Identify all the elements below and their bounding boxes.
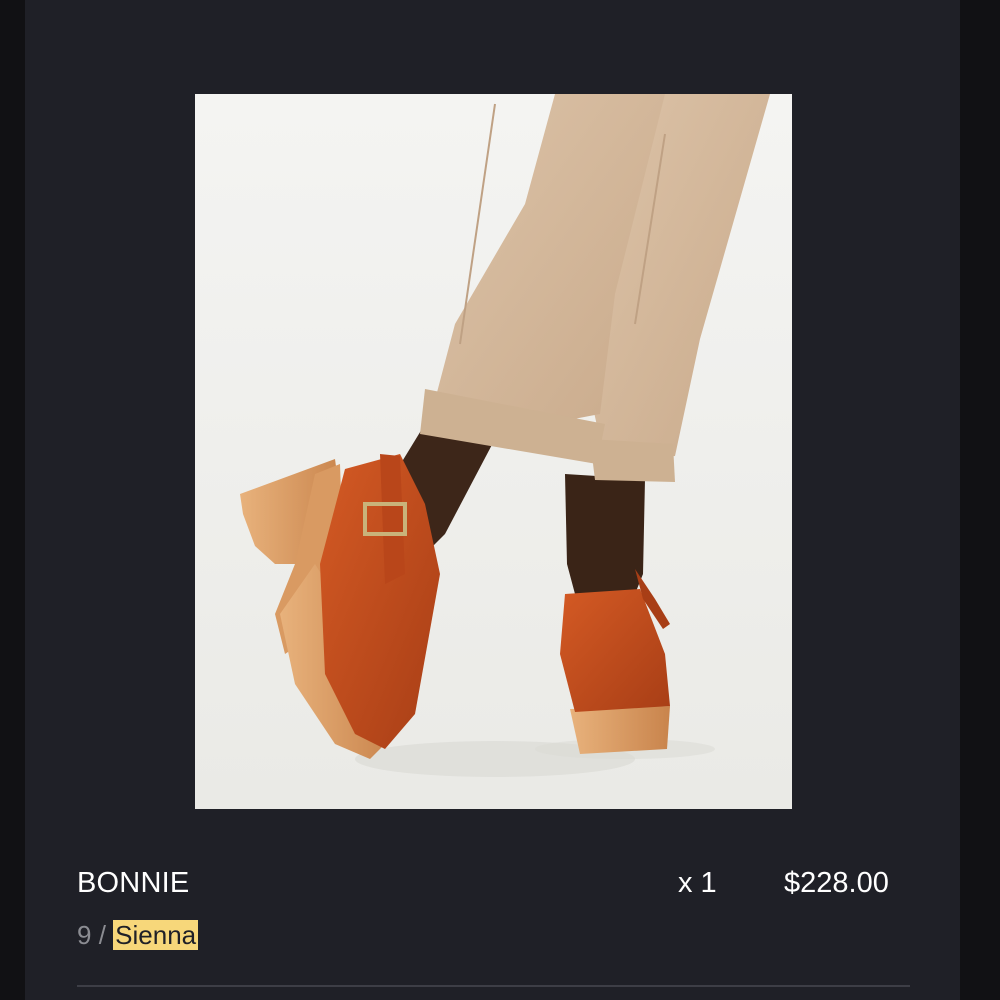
size-value: 9 — [77, 920, 92, 950]
variant-line: 9 / Sienna — [77, 918, 199, 952]
price-label: $228.00 — [784, 867, 889, 899]
product-name[interactable]: BONNIE — [77, 866, 189, 900]
product-image[interactable] — [195, 94, 792, 809]
cart-screen: BONNIE x 1 $228.00 9 / Sienna — [0, 0, 1000, 1000]
quantity-label: x 1 — [678, 867, 717, 899]
color-value: Sienna — [113, 920, 199, 950]
variant-separator: / — [98, 920, 106, 950]
item-divider — [77, 985, 910, 987]
